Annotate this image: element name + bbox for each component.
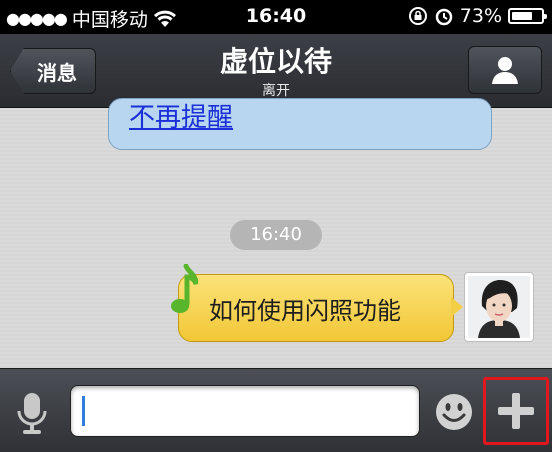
avatar[interactable] [464,272,534,342]
battery-fill [512,12,533,20]
text-cursor [82,396,85,426]
person-icon [492,57,518,84]
input-bar [0,368,552,452]
profile-button[interactable] [468,46,542,94]
rotation-lock-icon [408,7,427,25]
previous-message-bubble: 不再提醒 [108,98,492,150]
emoji-icon[interactable] [434,392,474,432]
message-input[interactable] [70,385,420,437]
bubble-tail [451,297,463,317]
chat-area: 不再提醒 16:40 如何使用闪照功能 [0,98,552,368]
music-note-icon [171,264,198,313]
battery-percent: 73% [459,5,502,27]
status-bar: ●●●●● 中国移动 16:40 73% [0,0,552,34]
more-options-button[interactable] [483,377,549,445]
message-timestamp: 16:40 [230,220,322,250]
stop-reminder-link[interactable]: 不再提醒 [129,103,233,133]
nav-bar: 消息 虚位以待 离开 [0,34,552,108]
battery-icon [508,8,547,24]
plus-icon [498,393,534,429]
message-text: 如何使用闪照功能 [209,296,401,325]
alarm-icon [435,8,453,26]
microphone-icon[interactable] [14,391,50,435]
voice-message-bubble[interactable]: 如何使用闪照功能 [178,274,463,342]
user-photo [468,276,530,338]
